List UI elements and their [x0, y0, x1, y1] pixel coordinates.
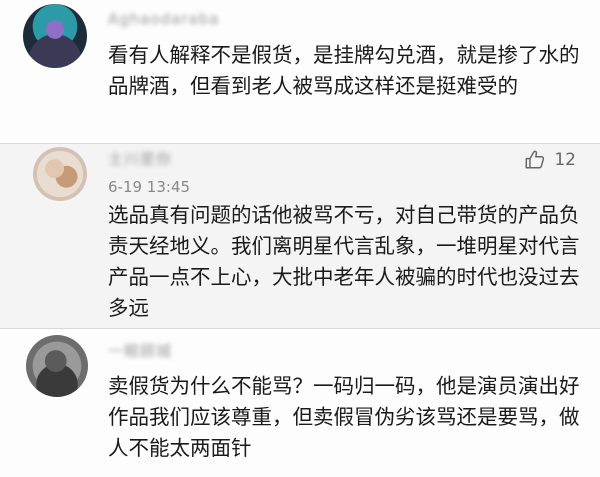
avatar[interactable]	[26, 335, 88, 397]
like-button[interactable]: 12	[524, 149, 576, 171]
comment-item: 一眼顾城 卖假货为什么不能骂？一码归一码，他是演员演出好作品我们应该尊重，但卖假…	[0, 330, 600, 477]
comment-item: Aghaodaraba 看有人解释不是假货，是挂牌勾兑酒，就是掺了水的品牌酒，但…	[0, 0, 600, 143]
comment-item: 士川是你 6-19 13:45 12 选品真有问题的话他被骂不亏，对自己带货的产…	[0, 143, 600, 329]
avatar[interactable]	[33, 147, 87, 201]
comment-text: 看有人解释不是假货，是挂牌勾兑酒，就是掺了水的品牌酒，但看到老人被骂成这样还是挺…	[108, 43, 580, 98]
username[interactable]: 士川是你	[108, 148, 172, 169]
comment-list: Aghaodaraba 看有人解释不是假货，是挂牌勾兑酒，就是掺了水的品牌酒，但…	[0, 0, 600, 477]
comment-text: 卖假货为什么不能骂？一码归一码，他是演员演出好作品我们应该尊重，但卖假冒伪劣该骂…	[108, 374, 580, 460]
username[interactable]: Aghaodaraba	[108, 10, 219, 28]
thumbs-up-icon	[525, 150, 545, 169]
like-count: 12	[554, 150, 576, 170]
comment-timestamp: 6-19 13:45	[108, 178, 191, 196]
username[interactable]: 一眼顾城	[108, 340, 172, 361]
avatar[interactable]	[23, 4, 87, 68]
comment-text: 选品真有问题的话他被骂不亏，对自己带货的产品负责天经地义。我们离明星代言乱象，一…	[108, 203, 580, 320]
